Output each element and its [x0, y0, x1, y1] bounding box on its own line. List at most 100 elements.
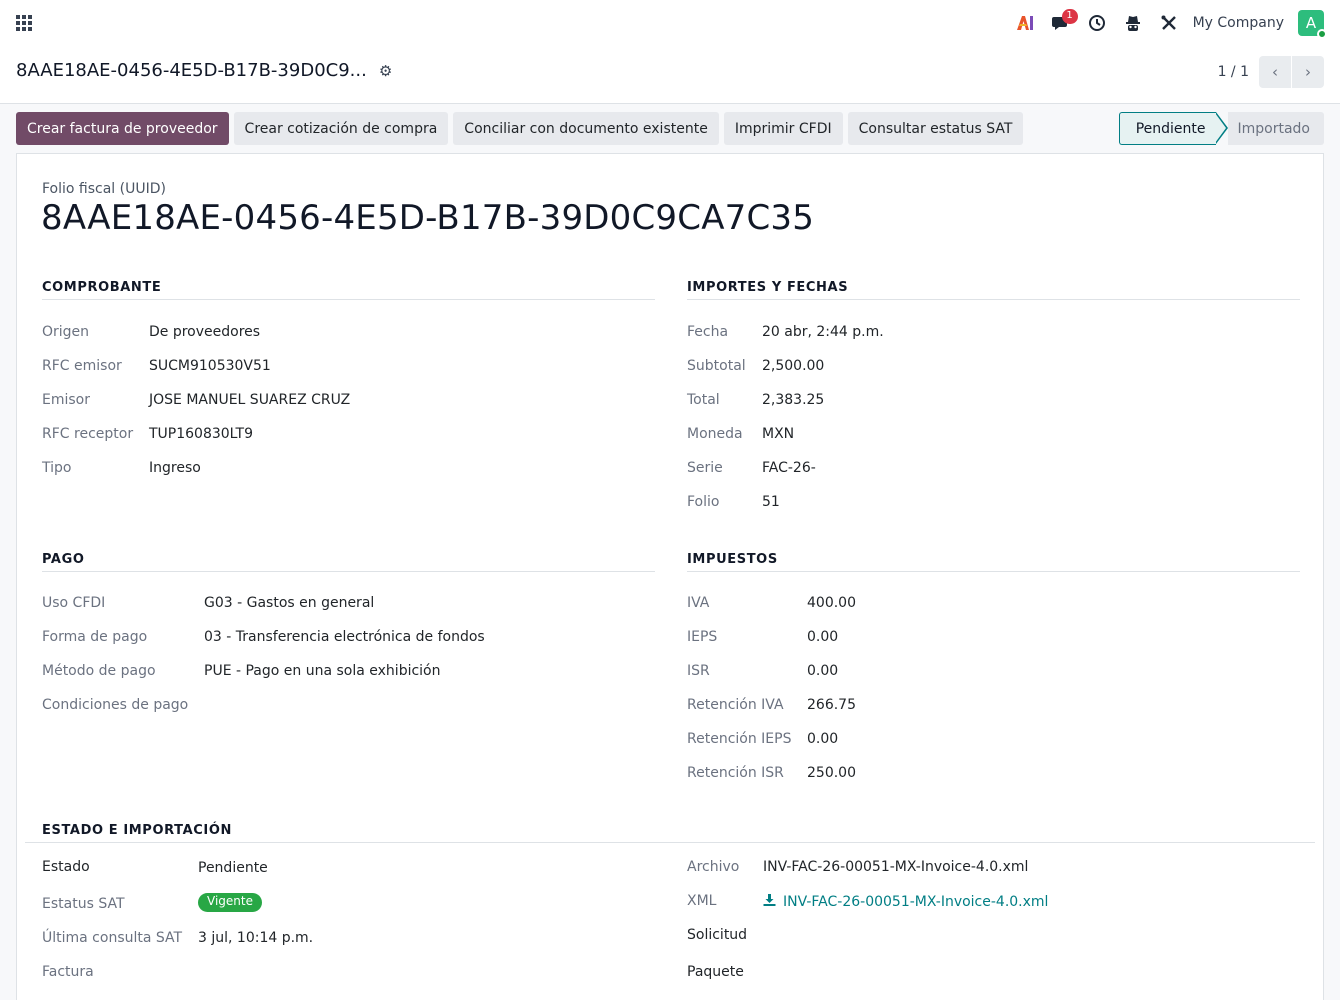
- field-value[interactable]: SUCM910530V51: [149, 358, 271, 374]
- group-impuestos-title: IMPUESTOS: [687, 552, 1300, 572]
- field-label: RFC receptor: [42, 426, 134, 442]
- field-value[interactable]: 0.00: [807, 731, 838, 747]
- field-label: Retención IEPS: [687, 731, 792, 747]
- status-pendiente[interactable]: Pendiente: [1118, 112, 1216, 145]
- field-value[interactable]: 3 jul, 10:14 p.m.: [198, 930, 313, 946]
- field-value[interactable]: INV-FAC-26-00051-MX-Invoice-4.0.xml: [763, 859, 1028, 875]
- group-pago-title: PAGO: [42, 552, 655, 572]
- statusbar: Pendiente Importado: [1118, 112, 1324, 145]
- field-label: Fecha: [687, 324, 729, 340]
- field-value[interactable]: MXN: [762, 426, 794, 442]
- check-sat-button[interactable]: Consultar estatus SAT: [847, 112, 1024, 145]
- field-value[interactable]: 250.00: [807, 765, 856, 781]
- group-comprobante-title: COMPROBANTE: [42, 280, 655, 300]
- field-value[interactable]: 266.75: [807, 697, 856, 713]
- pager-next-button[interactable]: ›: [1292, 56, 1324, 88]
- field-emisor: Emisor JOSE MANUEL SUAREZ CRUZ: [42, 392, 350, 408]
- chat-icon[interactable]: 1: [1043, 0, 1079, 46]
- navbar-systray: 1 My Company A: [1007, 0, 1327, 46]
- field-value[interactable]: TUP160830LT9: [149, 426, 253, 442]
- field-label: Estatus SAT: [42, 896, 125, 912]
- field-label: Última consulta SAT: [42, 930, 183, 946]
- field-value[interactable]: FAC-26-: [762, 460, 816, 476]
- ai-icon[interactable]: [1007, 0, 1043, 46]
- chevron-right-icon: ›: [1305, 63, 1311, 81]
- field-value[interactable]: 2,383.25: [762, 392, 824, 408]
- gear-icon[interactable]: ⚙: [379, 62, 392, 80]
- action-bar: Crear factura de proveedor Crear cotizac…: [16, 112, 1024, 145]
- control-panel: 8AAE18AE-0456-4E5D-B17B-39D0C9... ⚙ 1 / …: [0, 46, 1340, 104]
- field-label: XML: [687, 893, 717, 909]
- field-label: Tipo: [42, 460, 72, 476]
- company-switcher[interactable]: My Company: [1193, 15, 1284, 31]
- clock-icon[interactable]: [1079, 0, 1115, 46]
- uuid-label: Folio fiscal (UUID): [42, 181, 166, 197]
- download-icon: [763, 893, 776, 910]
- field-estatus-sat: Estatus SAT Vigente: [42, 893, 262, 912]
- field-value[interactable]: 400.00: [807, 595, 856, 611]
- uuid-value: 8AAE18AE-0456-4E5D-B17B-39D0C9CA7C35: [41, 198, 815, 238]
- field-value[interactable]: 20 abr, 2:44 p.m.: [762, 324, 884, 340]
- field-ultima-consulta: Última consulta SAT 3 jul, 10:14 p.m.: [42, 930, 313, 946]
- xml-download-link[interactable]: INV-FAC-26-00051-MX-Invoice-4.0.xml: [763, 893, 1048, 910]
- status-arrow: [1214, 112, 1228, 144]
- field-label: Retención IVA: [687, 697, 784, 713]
- field-solicitud: Solicitud: [687, 927, 763, 943]
- field-metodo-pago: Método de pago PUE - Pago en una sola ex…: [42, 663, 441, 679]
- field-iva: IVA 400.00: [687, 595, 856, 611]
- field-value[interactable]: Pendiente: [198, 860, 268, 876]
- field-ieps: IEPS 0.00: [687, 629, 838, 645]
- reconcile-button[interactable]: Conciliar con documento existente: [453, 112, 719, 145]
- field-value[interactable]: 0.00: [807, 663, 838, 679]
- breadcrumb: 8AAE18AE-0456-4E5D-B17B-39D0C9... ⚙: [16, 60, 392, 81]
- pager-value[interactable]: 1 / 1: [1218, 64, 1249, 80]
- field-value[interactable]: De proveedores: [149, 324, 260, 340]
- create-vendor-bill-button[interactable]: Crear factura de proveedor: [16, 112, 229, 145]
- field-tipo: Tipo Ingreso: [42, 460, 201, 476]
- field-value[interactable]: Ingreso: [149, 460, 201, 476]
- field-value[interactable]: 51: [762, 494, 780, 510]
- field-label: Archivo: [687, 859, 740, 875]
- create-purchase-quote-button[interactable]: Crear cotización de compra: [233, 112, 449, 145]
- top-navbar: 1 My Company A: [0, 0, 1340, 46]
- tools-icon[interactable]: [1151, 0, 1187, 46]
- field-total: Total 2,383.25: [687, 392, 824, 408]
- field-rfc-receptor: RFC receptor TUP160830LT9: [42, 426, 253, 442]
- print-cfdi-button[interactable]: Imprimir CFDI: [723, 112, 843, 145]
- field-retencion-ieps: Retención IEPS 0.00: [687, 731, 838, 747]
- field-folio: Folio 51: [687, 494, 780, 510]
- messages-count-badge: 1: [1061, 9, 1078, 24]
- record-title: 8AAE18AE-0456-4E5D-B17B-39D0C9...: [16, 60, 367, 81]
- field-label: Uso CFDI: [42, 595, 106, 611]
- field-label: Moneda: [687, 426, 743, 442]
- status-badge: Vigente: [198, 893, 262, 912]
- field-label: Folio: [687, 494, 720, 510]
- field-label: Total: [687, 392, 720, 408]
- group-importes-title: IMPORTES Y FECHAS: [687, 280, 1300, 300]
- status-importado[interactable]: Importado: [1227, 112, 1324, 145]
- field-value[interactable]: 2,500.00: [762, 358, 824, 374]
- field-label: Retención ISR: [687, 765, 784, 781]
- field-value[interactable]: JOSE MANUEL SUAREZ CRUZ: [149, 392, 350, 408]
- field-retencion-isr: Retención ISR 250.00: [687, 765, 856, 781]
- apps-icon[interactable]: [16, 15, 32, 31]
- avatar[interactable]: A: [1298, 10, 1327, 39]
- field-label: Origen: [42, 324, 90, 340]
- field-value[interactable]: 03 - Transferencia electrónica de fondos: [204, 629, 485, 645]
- field-label: IEPS: [687, 629, 718, 645]
- field-label: Forma de pago: [42, 629, 148, 645]
- field-value[interactable]: PUE - Pago en una sola exhibición: [204, 663, 441, 679]
- field-estado: Estado Pendiente: [42, 859, 268, 876]
- presence-dot: [1317, 29, 1327, 39]
- field-paquete: Paquete: [687, 964, 763, 980]
- group-estado-title: ESTADO E IMPORTACIÓN: [25, 823, 1315, 843]
- field-label: RFC emisor: [42, 358, 122, 374]
- field-label: Solicitud: [687, 927, 748, 943]
- pager-previous-button[interactable]: ‹: [1259, 56, 1291, 88]
- field-archivo: Archivo INV-FAC-26-00051-MX-Invoice-4.0.…: [687, 859, 1028, 875]
- field-factura: Factura: [42, 964, 198, 980]
- field-label: Emisor: [42, 392, 90, 408]
- spy-icon[interactable]: [1115, 0, 1151, 46]
- field-value[interactable]: G03 - Gastos en general: [204, 595, 374, 611]
- field-value[interactable]: 0.00: [807, 629, 838, 645]
